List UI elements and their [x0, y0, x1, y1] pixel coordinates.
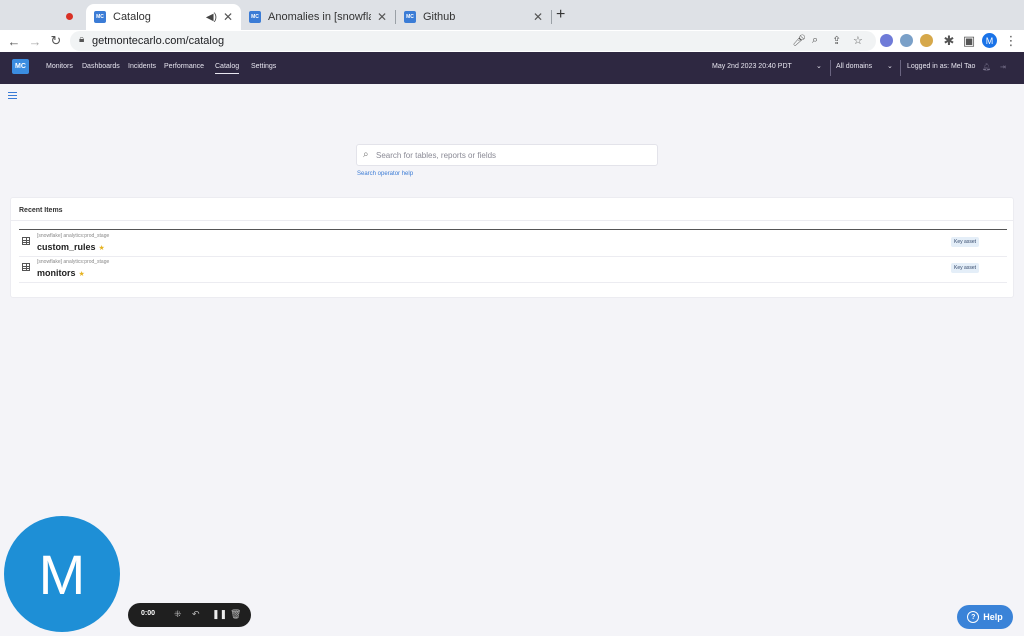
- key-asset-badge: Key asset: [951, 237, 979, 247]
- close-tab-icon[interactable]: ✕: [223, 10, 233, 24]
- table-icon: [22, 263, 30, 271]
- tab-title: Catalog: [113, 11, 151, 23]
- speaker-icon[interactable]: ◀): [206, 12, 217, 23]
- chevron-down-icon[interactable]: ⌄: [887, 62, 893, 70]
- trash-icon[interactable]: 🗑︎: [230, 609, 241, 620]
- new-tab-icon[interactable]: +: [556, 6, 565, 24]
- grid-icon[interactable]: ⁜: [174, 609, 182, 620]
- asset-path: [snowflake] analytics:prod_stage: [37, 233, 110, 239]
- lock-icon: 🔒︎: [79, 34, 85, 45]
- search-icon: ⌕: [363, 149, 369, 160]
- help-label: Help: [983, 612, 1003, 622]
- asset-name-text: monitors: [37, 268, 76, 278]
- zoom-icon[interactable]: ⌕: [812, 34, 818, 47]
- monte-carlo-favicon-icon: MC: [94, 11, 106, 23]
- microphone-icon[interactable]: 🎤︎: [792, 34, 806, 47]
- profile-avatar[interactable]: M: [982, 33, 997, 48]
- nav-catalog[interactable]: Catalog: [215, 63, 240, 74]
- app-top-nav: MC Monitors Dashboards Incidents Perform…: [0, 52, 1024, 84]
- monte-carlo-logo[interactable]: MC: [12, 59, 29, 74]
- reload-icon[interactable]: ↻: [47, 32, 65, 50]
- catalog-search-input[interactable]: ⌕ Search for tables, reports or fields: [356, 144, 658, 166]
- key-asset-star-icon: ★: [98, 245, 105, 252]
- close-tab-icon[interactable]: ✕: [377, 10, 387, 24]
- recording-control-bar: 0:00 ⁜ ↶ ❚❚ 🗑︎: [128, 603, 251, 627]
- key-asset-star-icon: ★: [78, 271, 85, 278]
- tab-github[interactable]: MC Github ✕: [396, 4, 551, 30]
- asset-name-text: custom_rules: [37, 242, 96, 252]
- browser-menu-icon[interactable]: ⋮: [1002, 32, 1020, 50]
- sidebar-menu-icon[interactable]: [8, 92, 17, 101]
- extension-sparkle-icon[interactable]: [920, 34, 933, 47]
- nav-settings[interactable]: Settings: [251, 63, 276, 70]
- domain-selector[interactable]: All domains: [836, 63, 872, 70]
- address-bar[interactable]: 🔒︎ getmontecarlo.com/catalog 🎤︎ ⌕ ⇪ ☆: [70, 31, 876, 51]
- side-panel-icon[interactable]: ▣: [960, 32, 978, 50]
- recording-indicator-icon: [62, 9, 76, 23]
- extension-gear-icon[interactable]: [880, 34, 893, 47]
- bookmark-star-icon[interactable]: ☆: [853, 34, 863, 47]
- webcam-bubble: M: [4, 516, 120, 632]
- asset-path: [snowflake] analytics:prod_stage: [37, 259, 110, 265]
- asset-name[interactable]: monitors ★: [37, 268, 85, 278]
- recent-items-title: Recent Items: [19, 207, 63, 214]
- forward-arrow-icon[interactable]: →: [26, 32, 44, 50]
- close-tab-icon[interactable]: ✕: [533, 10, 543, 24]
- search-placeholder: Search for tables, reports or fields: [376, 151, 497, 160]
- extensions-puzzle-icon[interactable]: ✱: [940, 32, 958, 50]
- asset-name[interactable]: custom_rules ★: [37, 242, 105, 252]
- nav-incidents[interactable]: Incidents: [128, 63, 156, 70]
- recent-item-row[interactable]: [snowflake] analytics:prod_stage custom_…: [19, 230, 1007, 257]
- browser-toolbar: ← → ↻ 🔒︎ getmontecarlo.com/catalog 🎤︎ ⌕ …: [0, 30, 1024, 53]
- search-operator-help-link[interactable]: Search operator help: [357, 171, 413, 177]
- nav-divider: [830, 60, 831, 76]
- help-button[interactable]: ? Help: [957, 605, 1013, 629]
- notification-bell-icon[interactable]: 🔔︎: [982, 63, 991, 71]
- recording-timer: 0:00: [141, 610, 156, 617]
- key-asset-badge: Key asset: [951, 263, 979, 273]
- logout-icon[interactable]: ⇥: [1000, 63, 1006, 71]
- tab-title: Anomalies in [snowflake] ana: [268, 11, 371, 23]
- datetime-selector[interactable]: May 2nd 2023 20:40 PDT: [712, 63, 792, 70]
- back-arrow-icon[interactable]: ←: [5, 32, 23, 50]
- extension-shield-icon[interactable]: [900, 34, 913, 47]
- monte-carlo-favicon-icon: MC: [404, 11, 416, 23]
- url-text: getmontecarlo.com/catalog: [92, 35, 225, 47]
- divider: [11, 220, 1013, 221]
- recent-items-card: Recent Items [snowflake] analytics:prod_…: [10, 197, 1014, 298]
- monte-carlo-favicon-icon: MC: [249, 11, 261, 23]
- recent-item-row[interactable]: [snowflake] analytics:prod_stage monitor…: [19, 256, 1007, 283]
- browser-tab-strip: MC Catalog ◀) ✕ MC Anomalies in [snowfla…: [0, 0, 1024, 30]
- tab-title: Github: [423, 11, 456, 23]
- nav-performance[interactable]: Performance: [164, 63, 204, 70]
- tab-anomalies[interactable]: MC Anomalies in [snowflake] ana ✕: [241, 4, 395, 30]
- share-icon[interactable]: ⇪: [832, 34, 841, 47]
- table-icon: [22, 237, 30, 245]
- undo-icon[interactable]: ↶: [192, 609, 200, 620]
- question-icon: ?: [967, 611, 980, 623]
- nav-monitors[interactable]: Monitors: [46, 63, 73, 70]
- pause-icon[interactable]: ❚❚: [212, 609, 227, 620]
- chevron-down-icon[interactable]: ⌄: [816, 62, 822, 70]
- nav-divider: [900, 60, 901, 76]
- tab-separator: [551, 10, 552, 24]
- logged-in-user: Logged in as: Mel Tao: [907, 63, 976, 70]
- tab-catalog[interactable]: MC Catalog ◀) ✕: [86, 4, 241, 30]
- nav-dashboards[interactable]: Dashboards: [82, 63, 120, 70]
